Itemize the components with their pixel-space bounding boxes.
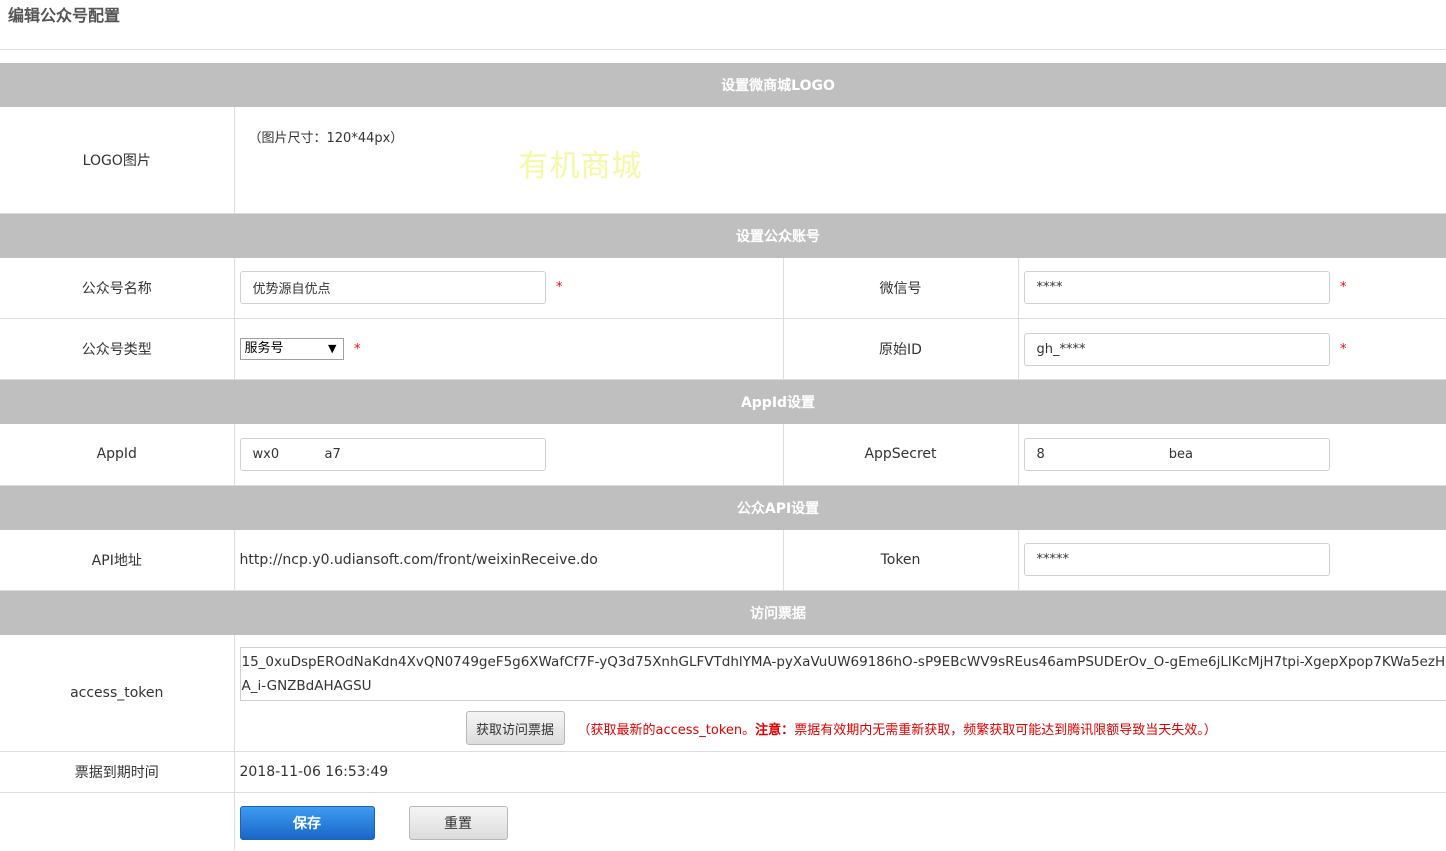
- original-id-input[interactable]: [1023, 332, 1330, 366]
- required-mark: *: [555, 280, 563, 296]
- appid-label: AppId: [0, 424, 235, 486]
- reset-button[interactable]: 重置: [408, 805, 508, 840]
- wechat-id-label: 微信号: [783, 257, 1019, 319]
- logo-image[interactable]: 有机商城: [519, 141, 643, 185]
- api-url-value: http://ncp.y0.udiansoft.com/front/weixin…: [239, 551, 598, 568]
- account-type-selected: 服务号: [244, 341, 284, 356]
- config-form-table: 设置微商城LOGO LOGO图片 （图片尺寸：120*44px） 有机商城 设置…: [0, 63, 1446, 850]
- logo-size-hint: （图片尺寸：120*44px）: [248, 131, 404, 146]
- logo-cell: （图片尺寸：120*44px） 有机商城: [234, 107, 1446, 214]
- appsecret-cell: [1018, 424, 1446, 486]
- expire-time-cell: 2018-11-06 16:53:49: [234, 751, 1446, 793]
- account-type-label: 公众号类型: [0, 318, 235, 380]
- section-header-logo: 设置微商城LOGO: [0, 63, 1446, 107]
- section-header-appid: AppId设置: [0, 379, 1446, 424]
- account-type-select[interactable]: 服务号 ▼: [239, 338, 344, 360]
- dropdown-arrow-icon: ▼: [328, 342, 337, 355]
- required-mark: *: [1339, 280, 1347, 296]
- save-button[interactable]: 保存: [239, 805, 375, 840]
- fetch-note-warning: 注意：: [755, 723, 795, 738]
- appsecret-input[interactable]: [1023, 437, 1330, 471]
- expire-time-value: 2018-11-06 16:53:49: [239, 763, 389, 780]
- account-name-input[interactable]: [239, 271, 546, 305]
- page-title: 编辑公众号配置: [8, 6, 121, 25]
- access-token-textarea[interactable]: 15_0xuDspEROdNaKdn4XvQN0749geF5g6XWafCf7…: [239, 647, 1446, 701]
- fetch-note-prefix: （获取最新的access_token。: [577, 723, 756, 738]
- appid-input[interactable]: [239, 437, 546, 471]
- appsecret-label: AppSecret: [783, 424, 1019, 486]
- wechat-id-cell: *: [1018, 257, 1446, 319]
- original-id-label: 原始ID: [783, 318, 1019, 380]
- fetch-ticket-note: （获取最新的access_token。注意：票据有效期内无需重新获取，频繁获取可…: [578, 719, 1217, 738]
- access-token-cell: 15_0xuDspEROdNaKdn4XvQN0749geF5g6XWafCf7…: [234, 635, 1446, 752]
- logo-label: LOGO图片: [0, 107, 235, 214]
- section-header-account: 设置公众账号: [0, 213, 1446, 258]
- token-label: Token: [783, 529, 1019, 591]
- account-name-cell: *: [234, 257, 784, 319]
- fetch-ticket-row: 获取访问票据 （获取最新的access_token。注意：票据有效期内无需重新获…: [240, 711, 1446, 745]
- fetch-note-suffix: 票据有效期内无需重新获取，频繁获取可能达到腾讯限额导致当天失效。）: [794, 723, 1217, 738]
- account-name-label: 公众号名称: [0, 257, 235, 319]
- access-token-label: access_token: [0, 635, 235, 752]
- api-url-cell: http://ncp.y0.udiansoft.com/front/weixin…: [234, 529, 784, 591]
- section-header-api: 公众API设置: [0, 485, 1446, 530]
- original-id-cell: *: [1018, 318, 1446, 380]
- appid-cell: [234, 424, 784, 486]
- required-mark: *: [1339, 341, 1347, 357]
- account-type-cell: 服务号 ▼ *: [234, 318, 784, 380]
- fetch-ticket-button[interactable]: 获取访问票据: [465, 711, 565, 745]
- title-divider: [0, 49, 1446, 50]
- token-cell: [1018, 529, 1446, 591]
- expire-time-label: 票据到期时间: [0, 751, 235, 793]
- wechat-id-input[interactable]: [1023, 271, 1330, 305]
- token-input[interactable]: [1023, 543, 1330, 577]
- actions-cell: 保存 重置: [234, 792, 1446, 850]
- required-mark: *: [353, 341, 361, 357]
- actions-spacer: [0, 792, 235, 850]
- api-url-label: API地址: [0, 529, 235, 591]
- section-header-ticket: 访问票据: [0, 590, 1446, 635]
